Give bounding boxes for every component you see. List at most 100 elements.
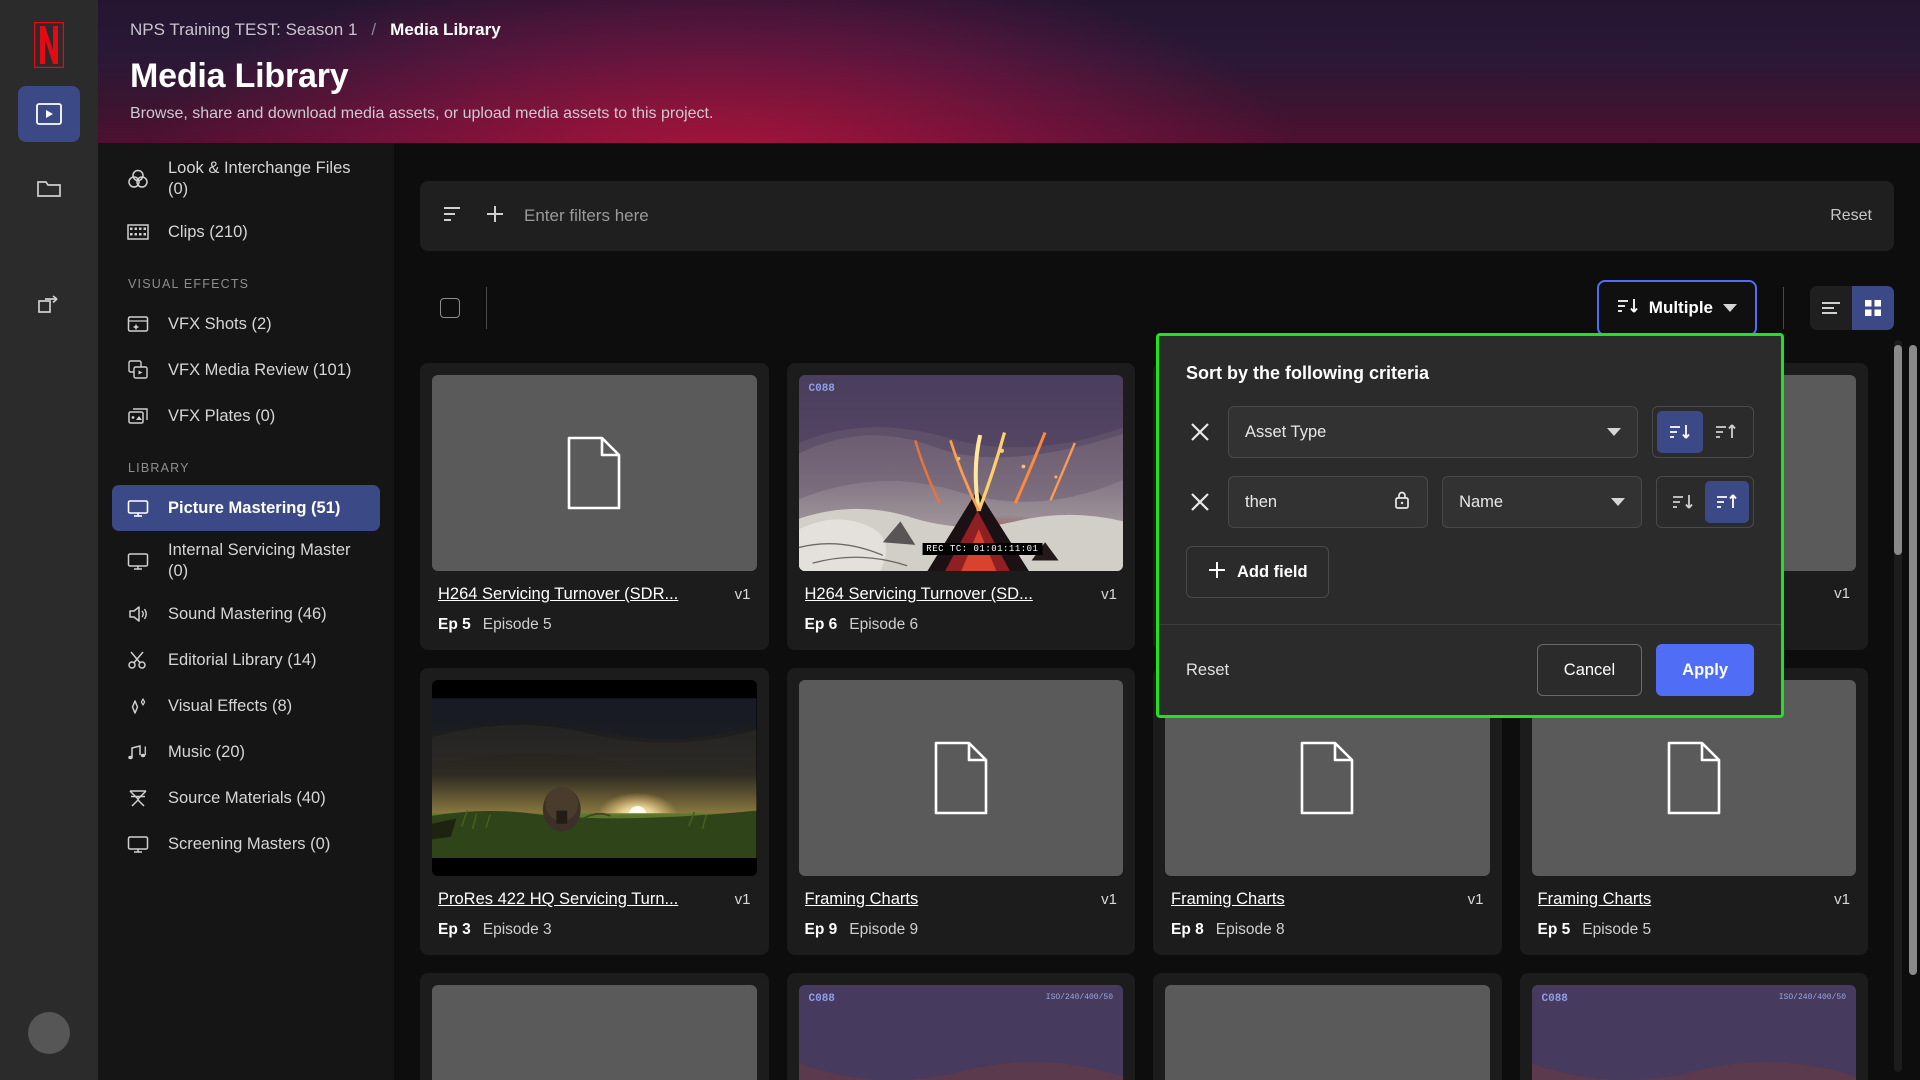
toolbar-divider: [486, 287, 487, 329]
share-export-icon: [38, 295, 58, 313]
remove-criteria-button[interactable]: [1186, 488, 1214, 516]
filter-input[interactable]: Enter filters here: [524, 206, 1812, 226]
filter-reset-button[interactable]: Reset: [1830, 207, 1872, 225]
asset-thumbnail[interactable]: C088 REC TC: 01:01:11:01: [798, 375, 1123, 571]
sidebar-item-visual-effects[interactable]: Visual Effects (8): [112, 683, 380, 729]
asset-thumbnail[interactable]: [798, 680, 1123, 876]
rail-item-projects[interactable]: [18, 160, 80, 216]
netflix-n-logo[interactable]: [28, 22, 70, 68]
asset-episode-short: Ep 5: [438, 616, 471, 633]
sidebar-item-vfx-plates[interactable]: VFX Plates (0): [112, 393, 380, 439]
document-icon: [1667, 741, 1721, 815]
music-note-icon: [126, 742, 150, 762]
list-view-button[interactable]: [1810, 286, 1852, 330]
asset-card[interactable]: H264 Servicing Turnover (SDR... v1 Ep 5 …: [420, 363, 769, 650]
asset-card[interactable]: C088 ISO/240/400/50: [786, 973, 1135, 1080]
apply-button[interactable]: Apply: [1656, 644, 1754, 696]
chevron-down-icon: [1607, 428, 1621, 436]
asset-meta: Framing Charts v1 Ep 5 Episode 5: [1532, 876, 1857, 955]
sidebar-item-label: Clips (210): [168, 222, 248, 241]
asset-card[interactable]: [420, 973, 769, 1080]
sidebar-item-look-interchange-files[interactable]: Look & Interchange Files (0): [112, 149, 380, 209]
asset-title[interactable]: Framing Charts: [1538, 890, 1825, 909]
sort-descending-button[interactable]: [1661, 481, 1705, 523]
asset-meta: H264 Servicing Turnover (SDR... v1 Ep 5 …: [432, 571, 757, 650]
remove-criteria-button[interactable]: [1186, 418, 1214, 446]
asset-version: v1: [1101, 586, 1117, 603]
vfx-review-icon: [126, 359, 150, 381]
plus-icon[interactable]: [484, 203, 506, 230]
sort-ascending-button[interactable]: [1703, 411, 1749, 453]
asset-title[interactable]: Framing Charts: [805, 890, 1092, 909]
sidebar-item-picture-mastering[interactable]: Picture Mastering (51): [112, 485, 380, 532]
asset-card[interactable]: C088 ISO/240/400/50: [1519, 973, 1868, 1080]
close-icon: [1191, 493, 1209, 511]
sidebar-item-screening-masters[interactable]: Screening Masters (0): [112, 821, 380, 867]
sort-descending-icon: [1673, 495, 1693, 509]
sidebar-item-sound-mastering[interactable]: Sound Mastering (46): [112, 591, 380, 637]
rail-item-media-library[interactable]: [18, 86, 80, 142]
select-all-checkbox[interactable]: [440, 298, 460, 318]
grid-view-button[interactable]: [1852, 286, 1894, 330]
asset-card[interactable]: Framing Charts v1 Ep 9 Episode 9: [786, 668, 1135, 955]
breadcrumb-project[interactable]: NPS Training TEST: Season 1: [130, 20, 357, 40]
content-scrollbar-thumb[interactable]: [1894, 345, 1902, 555]
document-icon: [934, 741, 988, 815]
asset-card[interactable]: C088 REC TC: 01:01:11:01 H264 Servicing …: [786, 363, 1135, 650]
asset-card[interactable]: [1153, 973, 1502, 1080]
asset-episode-short: Ep 8: [1171, 921, 1204, 938]
asset-episode-row: Ep 6 Episode 6: [805, 616, 1118, 634]
asset-title[interactable]: H264 Servicing Turnover (SD...: [805, 585, 1092, 604]
asset-thumbnail[interactable]: [1165, 985, 1490, 1080]
asset-thumbnail[interactable]: C088 ISO/240/400/50: [1531, 985, 1856, 1080]
page-scrollbar-thumb[interactable]: [1909, 345, 1917, 975]
volcano-frame-image: [798, 375, 1123, 571]
sort-descending-button[interactable]: [1657, 411, 1703, 453]
asset-thumbnail[interactable]: C088 ISO/240/400/50: [798, 985, 1123, 1080]
asset-version: v1: [1834, 891, 1850, 908]
filter-bar: Enter filters here Reset: [420, 181, 1894, 251]
asset-version: v1: [734, 891, 751, 908]
sort-reset-button[interactable]: Reset: [1186, 661, 1523, 680]
app-root: NPS Training TEST: Season 1 / Media Libr…: [0, 0, 1920, 1080]
asset-thumbnail[interactable]: [432, 680, 757, 876]
page-header: NPS Training TEST: Season 1 / Media Libr…: [98, 0, 1920, 143]
asset-thumbnail[interactable]: [432, 375, 757, 571]
asset-title-row: Framing Charts v1: [805, 890, 1118, 909]
sidebar-item-vfx-shots[interactable]: VFX Shots (2): [112, 301, 380, 347]
filter-icon[interactable]: [442, 204, 466, 229]
asset-meta: H264 Servicing Turnover (SD... v1 Ep 6 E…: [799, 571, 1124, 650]
asset-card[interactable]: ProRes 422 HQ Servicing Turn... v1 Ep 3 …: [420, 668, 769, 955]
sidebar-item-internal-servicing-master[interactable]: Internal Servicing Master (0): [112, 531, 380, 591]
sort-field-select[interactable]: Name: [1442, 476, 1643, 528]
sidebar-item-clips[interactable]: Clips (210): [112, 209, 380, 255]
sidebar-item-editorial-library[interactable]: Editorial Library (14): [112, 637, 380, 683]
asset-title[interactable]: Framing Charts: [1171, 890, 1458, 909]
monitor-icon: [126, 498, 150, 518]
asset-title-row: H264 Servicing Turnover (SD... v1: [805, 585, 1118, 604]
sort-descending-icon: [1670, 425, 1690, 439]
sort-button[interactable]: Multiple: [1596, 280, 1757, 336]
asset-thumbnail[interactable]: [432, 985, 757, 1080]
sidebar-section-library: LIBRARY: [128, 461, 190, 476]
sort-descending-icon: [1617, 297, 1639, 320]
asset-episode-row: Ep 5 Episode 5: [1538, 921, 1851, 939]
asset-episode-name: Episode 5: [482, 616, 552, 633]
add-field-button[interactable]: Add field: [1186, 546, 1329, 598]
cancel-button[interactable]: Cancel: [1536, 644, 1643, 696]
sort-field-select[interactable]: Asset Type: [1228, 406, 1638, 458]
page-subtitle: Browse, share and download media assets,…: [130, 105, 714, 122]
sidebar-item-music[interactable]: Music (20): [112, 729, 380, 775]
asset-episode-name: Episode 8: [1215, 921, 1285, 938]
rail-item-deliveries[interactable]: [18, 278, 80, 334]
sidebar-item-vfx-media-review[interactable]: VFX Media Review (101): [112, 347, 380, 393]
chevron-down-icon: [1723, 304, 1737, 312]
asset-title[interactable]: H264 Servicing Turnover (SDR...: [438, 585, 725, 604]
sort-field-value: Name: [1459, 492, 1504, 511]
sort-ascending-button[interactable]: [1705, 481, 1749, 523]
asset-title[interactable]: ProRes 422 HQ Servicing Turn...: [438, 890, 725, 909]
sidebar-item-source-materials[interactable]: Source Materials (40): [112, 775, 380, 821]
add-field-label: Add field: [1237, 562, 1308, 581]
avatar[interactable]: [28, 1012, 70, 1054]
asset-episode-short: Ep 6: [804, 616, 838, 633]
